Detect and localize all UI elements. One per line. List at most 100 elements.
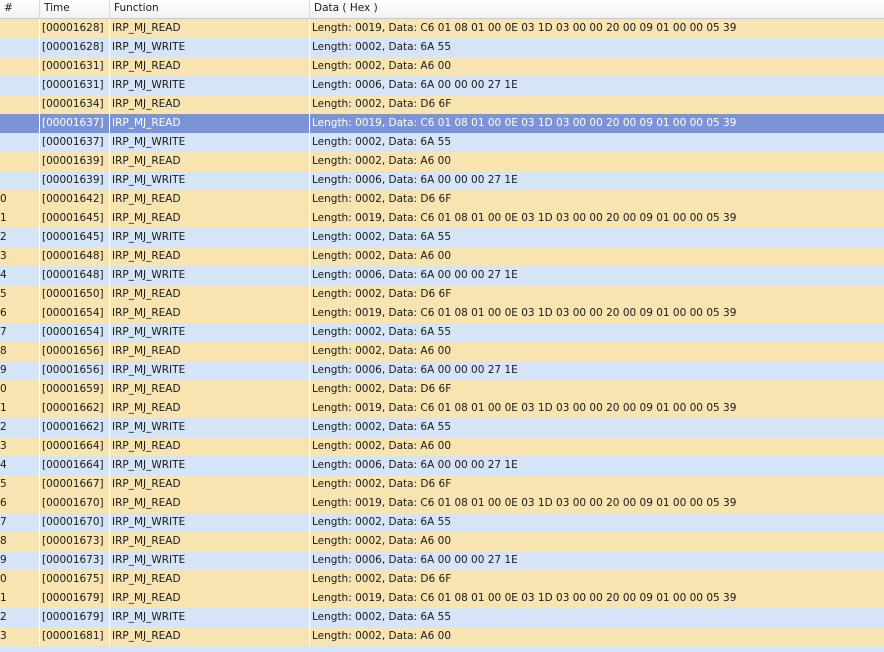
row-number-cell: 2 <box>0 418 40 437</box>
time-cell: [00001628] <box>40 19 110 38</box>
table-row[interactable]: 1 [00001662] IRP_MJ_READ Length: 0019, Data… <box>0 399 884 418</box>
column-header-time[interactable]: Time <box>40 0 110 18</box>
time-cell: [00001667] <box>40 475 110 494</box>
table-row[interactable]: 6 [00001670] IRP_MJ_READ Length: 0019, Data… <box>0 494 884 513</box>
table-row[interactable]: [00001631] IRP_MJ_WRITE Length: 0006, Data… <box>0 76 884 95</box>
time-cell: [00001639] <box>40 152 110 171</box>
function-cell: IRP_MJ_WRITE <box>110 418 310 437</box>
row-number-cell <box>0 76 40 95</box>
function-cell: IRP_MJ_READ <box>110 589 310 608</box>
table-header: # Time Function Data ( Hex ) <box>0 0 884 19</box>
table-row[interactable]: 8 [00001656] IRP_MJ_READ Length: 0002, Data… <box>0 342 884 361</box>
table-row[interactable]: 2 [00001645] IRP_MJ_WRITE Length: 0002, Dat… <box>0 228 884 247</box>
column-header-number[interactable]: # <box>0 0 40 18</box>
function-cell: IRP_MJ_WRITE <box>110 228 310 247</box>
time-cell: [00001639] <box>40 171 110 190</box>
time-cell: [00001634] <box>40 95 110 114</box>
table-row[interactable]: 0 [00001675] IRP_MJ_READ Length: 0002, Data… <box>0 570 884 589</box>
function-cell: IRP_MJ_READ <box>110 209 310 228</box>
time-cell: [00001664] <box>40 456 110 475</box>
table-row[interactable]: 5 [00001650] IRP_MJ_READ Length: 0002, Data… <box>0 285 884 304</box>
data-hex-cell: Length: 0002, Data: 6A 55 <box>312 326 451 338</box>
row-number-cell: 4 <box>0 456 40 475</box>
function-cell: IRP_MJ_READ <box>110 114 310 133</box>
table-row[interactable]: 3 [00001664] IRP_MJ_READ Length: 0002, Data… <box>0 437 884 456</box>
table-row[interactable]: 2 [00001662] IRP_MJ_WRITE Length: 0002, Dat… <box>0 418 884 437</box>
table-row[interactable]: 9 [00001673] IRP_MJ_WRITE Length: 0006, Dat… <box>0 551 884 570</box>
row-number-cell: 8 <box>0 532 40 551</box>
data-hex-cell: Length: 0019, Data: C6 01 08 01 00 0E 03… <box>312 117 737 129</box>
data-hex-cell: Length: 0002, Data: 6A 55 <box>312 516 451 528</box>
row-number-cell: 3 <box>0 247 40 266</box>
table-row[interactable]: [00001637] IRP_MJ_WRITE Length: 0002, Data… <box>0 133 884 152</box>
row-number-cell: 0 <box>0 190 40 209</box>
table-row[interactable]: 7 [00001670] IRP_MJ_WRITE Length: 0002, Dat… <box>0 513 884 532</box>
data-hex-cell: Length: 0002, Data: A6 00 <box>312 345 451 357</box>
data-hex-cell: Length: 0002, Data: A6 00 <box>312 535 451 547</box>
table-row[interactable]: 5 [00001667] IRP_MJ_READ Length: 0002, Data… <box>0 475 884 494</box>
time-cell: [00001656] <box>40 342 110 361</box>
table-row[interactable]: 8 [00001673] IRP_MJ_READ Length: 0002, Data… <box>0 532 884 551</box>
row-number-cell <box>0 171 40 190</box>
table-row[interactable]: 1 [00001679] IRP_MJ_READ Length: 0019, Data… <box>0 589 884 608</box>
time-cell: [00001637] <box>40 114 110 133</box>
table-row-partial[interactable] <box>0 646 884 652</box>
table-row[interactable]: 4 [00001664] IRP_MJ_WRITE Length: 0006, Dat… <box>0 456 884 475</box>
time-cell: [00001637] <box>40 133 110 152</box>
function-cell: IRP_MJ_WRITE <box>110 38 310 57</box>
data-hex-cell: Length: 0002, Data: D6 6F <box>312 383 452 395</box>
time-cell: [00001631] <box>40 57 110 76</box>
row-number-cell <box>0 38 40 57</box>
table-row[interactable]: [00001639] IRP_MJ_WRITE Length: 0006, Data… <box>0 171 884 190</box>
row-number-cell: 6 <box>0 304 40 323</box>
row-number-cell: 0 <box>0 570 40 589</box>
function-cell: IRP_MJ_READ <box>110 494 310 513</box>
table-row[interactable]: 3 [00001681] IRP_MJ_READ Length: 0002, Data… <box>0 627 884 646</box>
row-number-cell: 9 <box>0 361 40 380</box>
function-cell: IRP_MJ_READ <box>110 190 310 209</box>
function-cell: IRP_MJ_WRITE <box>110 171 310 190</box>
table-row[interactable]: 0 [00001642] IRP_MJ_READ Length: 0002, Data… <box>0 190 884 209</box>
time-cell: [00001662] <box>40 418 110 437</box>
data-hex-cell: Length: 0002, Data: 6A 55 <box>312 231 451 243</box>
table-row[interactable]: 2 [00001679] IRP_MJ_WRITE Length: 0002, Dat… <box>0 608 884 627</box>
table-body: [00001628] IRP_MJ_READ Length: 0019, Data:… <box>0 19 884 652</box>
table-row[interactable]: 3 [00001648] IRP_MJ_READ Length: 0002, Data… <box>0 247 884 266</box>
row-number-cell: 8 <box>0 342 40 361</box>
data-hex-cell: Length: 0002, Data: D6 6F <box>312 478 452 490</box>
row-number-cell: 7 <box>0 513 40 532</box>
table-row[interactable]: [00001628] IRP_MJ_READ Length: 0019, Data:… <box>0 19 884 38</box>
time-cell: [00001681] <box>40 627 110 646</box>
table-row[interactable]: [00001634] IRP_MJ_READ Length: 0002, Data:… <box>0 95 884 114</box>
row-number-cell <box>0 19 40 38</box>
row-number-cell: 5 <box>0 285 40 304</box>
data-hex-cell: Length: 0002, Data: 6A 55 <box>312 611 451 623</box>
table-row[interactable]: [00001631] IRP_MJ_READ Length: 0002, Data:… <box>0 57 884 76</box>
time-cell: [00001679] <box>40 608 110 627</box>
table-row[interactable]: 7 [00001654] IRP_MJ_WRITE Length: 0002, Dat… <box>0 323 884 342</box>
row-number-cell <box>0 95 40 114</box>
function-cell: IRP_MJ_READ <box>110 532 310 551</box>
row-number-cell: 2 <box>0 228 40 247</box>
row-number-cell: 1 <box>0 399 40 418</box>
data-hex-cell: Length: 0002, Data: D6 6F <box>312 98 452 110</box>
table-row[interactable]: [00001637] IRP_MJ_READ Length: 0019, Data:… <box>0 114 884 133</box>
table-row[interactable]: [00001639] IRP_MJ_READ Length: 0002, Data:… <box>0 152 884 171</box>
table-row[interactable]: 0 [00001659] IRP_MJ_READ Length: 0002, Data… <box>0 380 884 399</box>
table-row[interactable]: 9 [00001656] IRP_MJ_WRITE Length: 0006, Dat… <box>0 361 884 380</box>
table-row[interactable]: 4 [00001648] IRP_MJ_WRITE Length: 0006, Dat… <box>0 266 884 285</box>
data-hex-cell: Length: 0002, Data: D6 6F <box>312 573 452 585</box>
data-hex-cell: Length: 0002, Data: A6 00 <box>312 630 451 642</box>
column-header-function[interactable]: Function <box>110 0 310 18</box>
function-cell: IRP_MJ_WRITE <box>110 608 310 627</box>
time-cell: [00001648] <box>40 266 110 285</box>
function-cell: IRP_MJ_READ <box>110 152 310 171</box>
function-cell: IRP_MJ_READ <box>110 285 310 304</box>
table-row[interactable]: 6 [00001654] IRP_MJ_READ Length: 0019, Data… <box>0 304 884 323</box>
column-header-data-hex[interactable]: Data ( Hex ) <box>310 0 884 18</box>
table-row[interactable]: [00001628] IRP_MJ_WRITE Length: 0002, Data… <box>0 38 884 57</box>
function-cell: IRP_MJ_WRITE <box>110 513 310 532</box>
row-number-cell <box>0 57 40 76</box>
table-row[interactable]: 1 [00001645] IRP_MJ_READ Length: 0019, Data… <box>0 209 884 228</box>
time-cell: [00001645] <box>40 209 110 228</box>
